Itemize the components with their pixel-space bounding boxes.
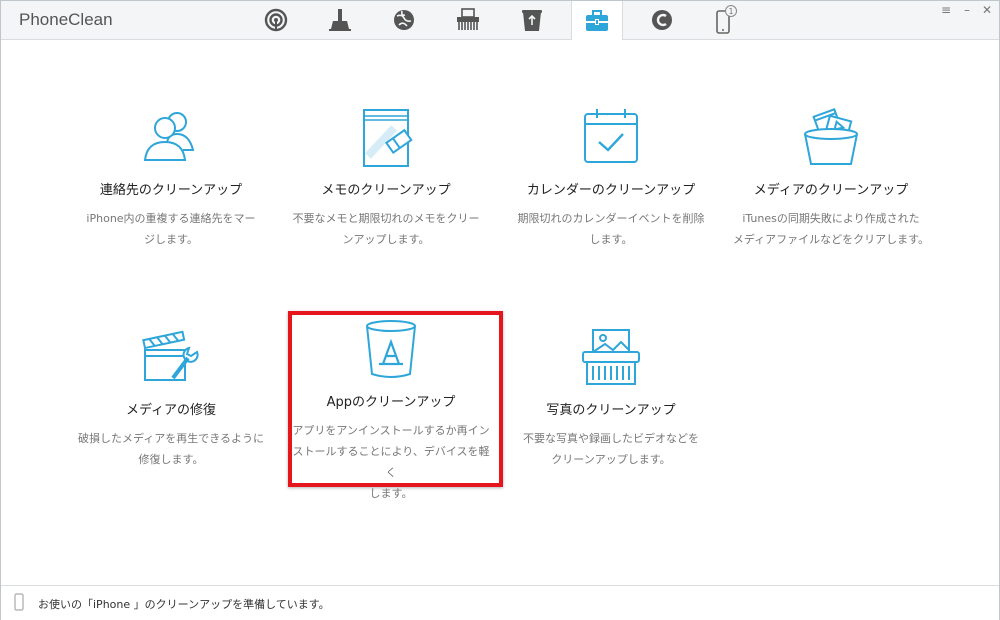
trash-icon [521, 8, 543, 32]
shredder-icon [455, 8, 481, 32]
desc-line: 不要な写真や録画したビデオなどを [511, 428, 711, 449]
photo-shredder-icon [579, 326, 643, 390]
desc-line: 破損したメディアを再生できるように [71, 428, 271, 449]
desc-line: 修復します。 [71, 449, 271, 470]
desc-line: 期限切れのカレンダーイベントを削除 [511, 208, 711, 229]
tab-quick-clean[interactable] [251, 1, 301, 39]
card-description: 期限切れのカレンダーイベントを削除 します。 [511, 208, 711, 250]
toolbox-icon [584, 9, 610, 33]
card-title: メディアのクリーンアップ [721, 182, 941, 200]
phone-outline-icon [14, 593, 24, 611]
broom-icon [327, 7, 353, 33]
card-contacts-cleanup[interactable]: 連絡先のクリーンアップ iPhone内の重複する連絡先をマー ジします。 [61, 106, 281, 250]
desc-line: iPhone内の重複する連絡先をマー [71, 208, 271, 229]
status-bar: お使いの「iPhone 」のクリーンアップを準備しています。 [1, 585, 999, 620]
desc-line: ジします。 [71, 229, 271, 250]
tab-history[interactable] [637, 1, 687, 39]
media-basket-icon [799, 106, 863, 170]
card-calendar-cleanup[interactable]: カレンダーのクリーンアップ 期限切れのカレンダーイベントを削除 します。 [501, 106, 721, 250]
contacts-icon [139, 106, 203, 170]
desc-line: ンアップします。 [286, 229, 486, 250]
desc-line: 不要なメモと期限切れのメモをクリー [286, 208, 486, 229]
card-title: カレンダーのクリーンアップ [501, 182, 721, 200]
card-description: iTunesの同期失敗により作成された メディアファイルなどをクリアします。 [731, 208, 931, 250]
card-media-cleanup[interactable]: メディアのクリーンアップ iTunesの同期失敗により作成された メディアファイ… [721, 106, 941, 250]
app-title: PhoneClean [19, 10, 113, 30]
globe-icon [392, 8, 416, 32]
tab-privacy-clean[interactable] [443, 1, 493, 39]
title-bar: PhoneClean [1, 1, 999, 40]
minimize-button[interactable]: – [958, 3, 976, 17]
close-button[interactable]: ✕ [978, 3, 996, 17]
tab-silent-clean[interactable] [507, 1, 557, 39]
clapper-wrench-icon [139, 326, 203, 390]
highlight-box [288, 311, 503, 487]
desc-line: iTunesの同期失敗により作成された [731, 208, 931, 229]
card-title: 連絡先のクリーンアップ [61, 182, 281, 200]
status-text: お使いの「iPhone 」のクリーンアップを準備しています。 [38, 596, 330, 612]
tab-toolbox[interactable] [571, 1, 623, 40]
phone-icon: 1 [714, 5, 738, 35]
desc-line: メディアファイルなどをクリアします。 [731, 229, 931, 250]
card-photo-cleanup[interactable]: 写真のクリーンアップ 不要な写真や録画したビデオなどを クリーンアップします。 [501, 326, 721, 470]
desc-line: クリーンアップします。 [511, 449, 711, 470]
card-title: メディアの修復 [61, 402, 281, 420]
menu-button[interactable]: ≡ [937, 3, 955, 17]
main-nav: 1 [251, 1, 765, 39]
card-title: 写真のクリーンアップ [501, 402, 721, 420]
card-description: 破損したメディアを再生できるように 修復します。 [71, 428, 271, 470]
card-media-repair[interactable]: メディアの修復 破損したメディアを再生できるように 修復します。 [61, 326, 281, 470]
card-description: 不要なメモと期限切れのメモをクリー ンアップします。 [286, 208, 486, 250]
restore-icon [650, 8, 674, 32]
app-window: PhoneClean [0, 0, 1000, 620]
device-count-badge: 1 [728, 7, 733, 16]
card-description: 不要な写真や録画したビデオなどを クリーンアップします。 [511, 428, 711, 470]
card-title: メモのクリーンアップ [276, 182, 496, 200]
tab-internet-clean[interactable] [379, 1, 429, 39]
notes-icon [354, 106, 418, 170]
radar-icon [264, 8, 288, 32]
card-description: iPhone内の重複する連絡先をマー ジします。 [71, 208, 271, 250]
desc-line: します。 [511, 229, 711, 250]
calendar-icon [579, 106, 643, 170]
tab-device[interactable]: 1 [701, 1, 751, 39]
tab-deep-clean[interactable] [315, 1, 365, 39]
card-notes-cleanup[interactable]: メモのクリーンアップ 不要なメモと期限切れのメモをクリー ンアップします。 [276, 106, 496, 250]
